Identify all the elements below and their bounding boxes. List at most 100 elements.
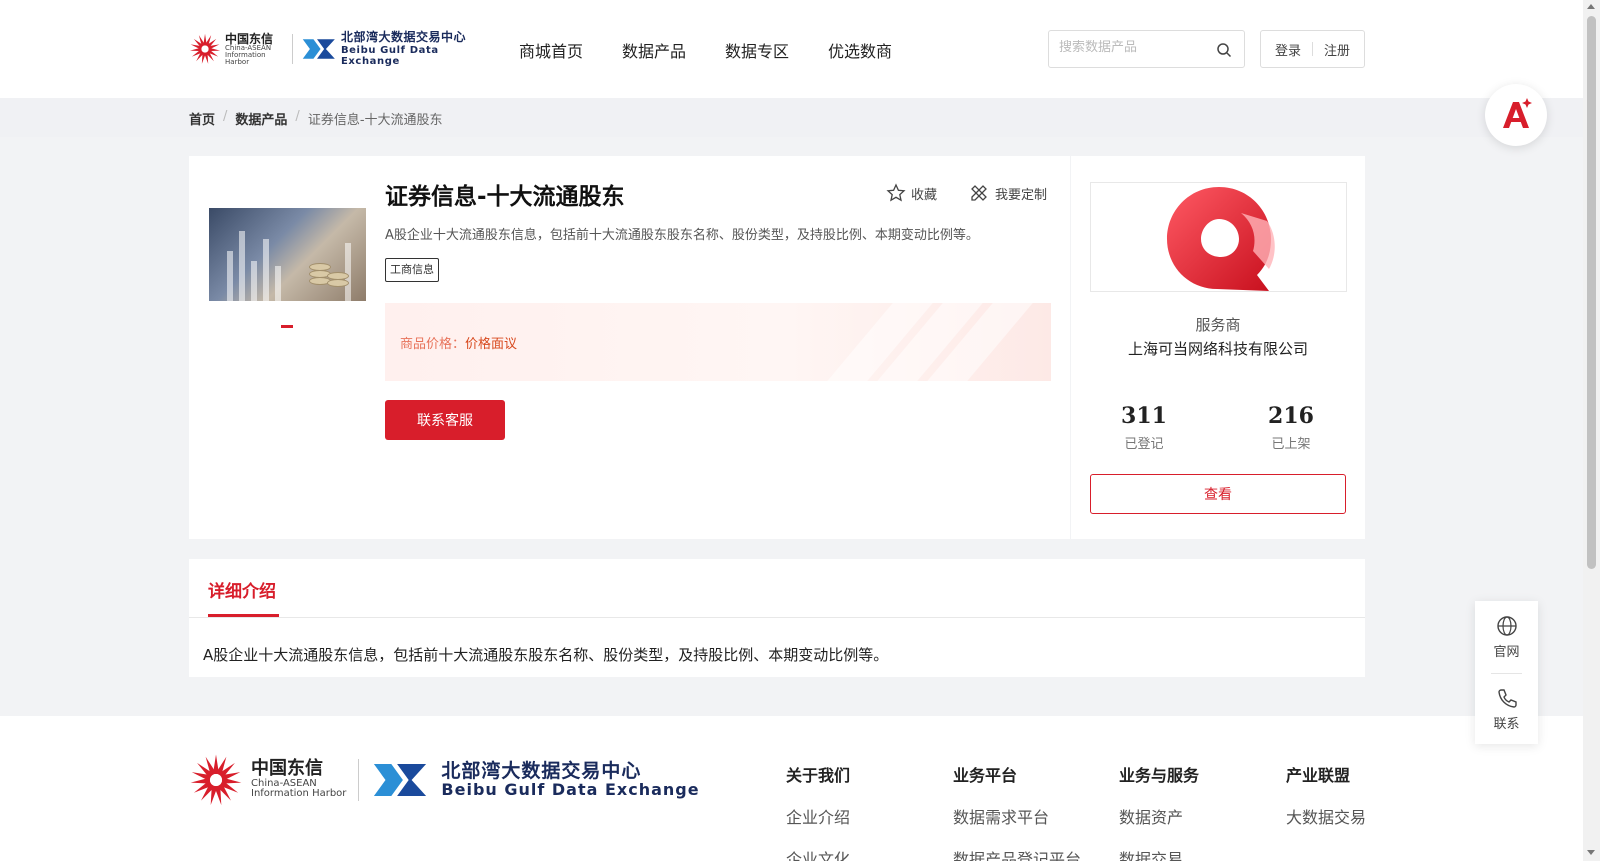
logo-cn-name: 中国东信 (225, 31, 274, 46)
nav-mall-home[interactable]: 商城首页 (519, 38, 583, 62)
footer-col-alliance: 产业联盟 大数据交易 (1286, 762, 1366, 828)
registered-stat: 311 已登记 (1089, 403, 1199, 452)
login-link[interactable]: 登录 (1275, 40, 1301, 59)
breadcrumb-home[interactable]: 首页 (189, 109, 215, 128)
search-box (1048, 30, 1245, 68)
listed-stat: 216 已上架 (1236, 403, 1346, 452)
thumb-deco (327, 279, 349, 287)
breadcrumb-current: 证券信息-十大流通股东 (307, 113, 443, 128)
logo-bg-name: 北部湾大数据交易中心 (340, 30, 466, 45)
registered-label: 已登记 (1124, 437, 1164, 452)
logo-cn-en2: Information Harbor (225, 50, 266, 66)
footer-link[interactable]: 大数据交易 (1286, 804, 1366, 828)
official-site-label: 官网 (1493, 645, 1520, 660)
register-link[interactable]: 注册 (1324, 40, 1350, 59)
footer-logo-bg: 北部湾大数据交易中心 Beibu Gulf Data Exchange (441, 759, 700, 799)
product-card: 证券信息-十大流通股东 收藏 我要定制 A股企业十大流通股东信息，包括前十大流通… (189, 156, 1070, 539)
provider-logo[interactable] (1090, 182, 1347, 292)
ai-assistant-button[interactable] (1485, 84, 1547, 146)
product-thumbnail[interactable] (209, 208, 366, 301)
nav-data-zone[interactable]: 数据专区 (725, 38, 789, 62)
footer-logo-cn-name: 中国东信 (251, 758, 323, 780)
scroll-up-arrow-icon[interactable] (1587, 4, 1595, 9)
beibu-x-icon (303, 39, 336, 59)
beibu-x-icon (374, 764, 427, 796)
breadcrumb-data-products[interactable]: 数据产品 (235, 109, 287, 128)
tab-detail-intro[interactable]: 详细介绍 (208, 577, 276, 602)
listed-label: 已上架 (1271, 437, 1311, 452)
footer-link[interactable]: 数据资产 (1119, 804, 1199, 828)
breadcrumb-bar: 首页 / 数据产品 / 证券信息-十大流通股东 (0, 98, 1583, 137)
category-tag[interactable]: 工商信息 (385, 258, 439, 282)
provider-card: 服务商 上海可当网络科技有限公司 311 已登记 216 已上架 查看 (1071, 156, 1365, 539)
logo-bg-text: 北部湾大数据交易中心 Beibu Gulf Data Exchange (340, 30, 484, 67)
auth-box: 登录 注册 (1260, 30, 1365, 68)
contact-service-button[interactable]: 联系客服 (385, 400, 505, 440)
contact-us-button[interactable]: 联系 (1475, 687, 1538, 732)
thumb-deco (345, 243, 351, 301)
floating-side-panel: 官网 联系 (1475, 601, 1538, 744)
footer-link[interactable]: 企业文化 (786, 846, 850, 861)
footer-logo-cn: 中国东信 China-ASEAN Information Harbor (251, 758, 346, 800)
customize-label: 我要定制 (995, 187, 1048, 203)
breadcrumb-separator: / (295, 109, 300, 124)
footer-link[interactable]: 数据交易 (1119, 846, 1199, 861)
product-title: 证券信息-十大流通股东 (385, 184, 625, 210)
search-icon[interactable] (1216, 42, 1232, 58)
product-description: A股企业十大流通股东信息，包括前十大流通股东股东名称、股份类型，及持股比例、本期… (385, 228, 979, 243)
pencil-ruler-icon (971, 185, 987, 201)
provider-logo-mark-icon (1167, 187, 1275, 291)
provider-label: 服务商 (1195, 316, 1241, 334)
logo-cn-text: 中国东信 China-ASEAN Information Harbor (225, 33, 284, 66)
logo-divider (292, 34, 294, 64)
detail-card: 详细介绍 A股企业十大流通股东信息，包括前十大流通股东股东名称、股份类型，及持股… (189, 559, 1365, 677)
thumb-deco (263, 239, 269, 301)
footer-link[interactable]: 数据需求平台 (953, 804, 1081, 828)
logo-bg-en: Beibu Gulf Data Exchange (340, 44, 439, 67)
thumb-deco (251, 261, 257, 301)
china-asean-burst-icon (189, 33, 221, 64)
price-box: 商品价格：价格面议 (385, 303, 1051, 381)
footer-logo-divider (358, 759, 360, 801)
breadcrumb-separator: / (223, 109, 228, 124)
thumb-deco (239, 231, 245, 301)
footer-col-platform: 业务平台 数据需求平台 数据产品登记平台 (953, 762, 1081, 861)
listed-count: 216 (1268, 403, 1314, 429)
search-input[interactable] (1059, 40, 1209, 55)
view-provider-button[interactable]: 查看 (1090, 474, 1346, 514)
footer-link[interactable]: 企业介绍 (786, 804, 850, 828)
favorite-label: 收藏 (911, 187, 938, 203)
customize-button[interactable]: 我要定制 (969, 183, 1047, 203)
detail-text: A股企业十大流通股东信息，包括前十大流通股东股东名称、股份类型，及持股比例、本期… (203, 646, 889, 664)
site-logo[interactable]: 中国东信 China-ASEAN Information Harbor 北部湾大… (189, 28, 484, 70)
auth-divider (1312, 42, 1313, 56)
scrollbar-thumb[interactable] (1587, 16, 1596, 569)
carousel-indicator[interactable] (281, 325, 293, 328)
footer-logo-bg-en: Beibu Gulf Data Exchange (441, 779, 700, 799)
footer-logo[interactable]: 中国东信 China-ASEAN Information Harbor 北部湾大… (189, 752, 700, 808)
star-icon (886, 183, 906, 202)
footer-col-heading: 业务平台 (953, 766, 1018, 785)
site-footer: 中国东信 China-ASEAN Information Harbor 北部湾大… (0, 716, 1583, 861)
thumb-deco (275, 266, 281, 301)
footer-col-about: 关于我们 企业介绍 企业文化 (786, 762, 850, 861)
footer-col-heading: 业务与服务 (1119, 766, 1200, 785)
page-scrollbar[interactable] (1583, 0, 1600, 861)
breadcrumb: 首页 / 数据产品 / 证券信息-十大流通股东 (189, 109, 443, 128)
footer-col-heading: 关于我们 (786, 766, 851, 785)
china-asean-burst-icon (190, 754, 242, 805)
official-site-button[interactable]: 官网 (1475, 615, 1538, 660)
nav-preferred-vendors[interactable]: 优选数商 (828, 38, 892, 62)
favorite-button[interactable]: 收藏 (886, 183, 937, 203)
phone-icon (1497, 689, 1517, 708)
footer-col-services: 业务与服务 数据资产 数据交易 (1119, 762, 1199, 861)
float-panel-divider (1491, 673, 1522, 674)
footer-link[interactable]: 数据产品登记平台 (953, 846, 1081, 861)
registered-count: 311 (1121, 403, 1167, 429)
provider-name[interactable]: 上海可当网络科技有限公司 (1071, 338, 1365, 359)
price-text: 商品价格：价格面议 (400, 333, 517, 352)
scroll-down-arrow-icon[interactable] (1587, 850, 1595, 855)
site-header: 中国东信 China-ASEAN Information Harbor 北部湾大… (0, 0, 1583, 98)
nav-data-products[interactable]: 数据产品 (622, 38, 686, 62)
footer-logo-bg-name: 北部湾大数据交易中心 (441, 759, 642, 782)
